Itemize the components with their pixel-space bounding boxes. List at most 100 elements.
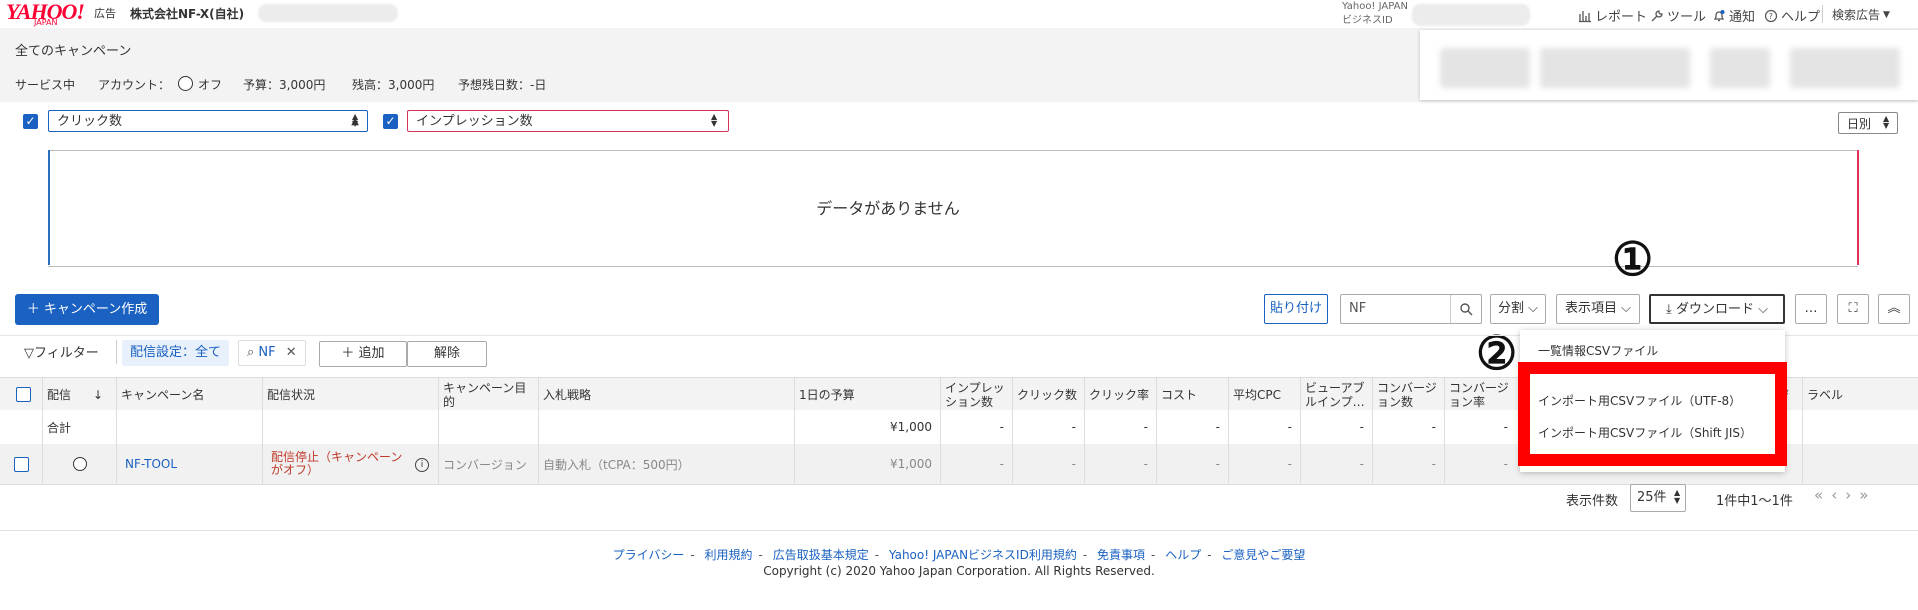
footer-link-business-id-terms[interactable]: Yahoo! JAPANビジネスID利用規約 [889,548,1077,562]
filter-chip-delivery[interactable]: 配信設定：全て [122,340,230,366]
columns-button[interactable]: 表示項目 ⌵ [1556,294,1640,324]
daily-budget[interactable]: ¥1,000 [794,444,940,484]
total-viewable-imp: - [1300,410,1372,444]
search-button[interactable] [1450,294,1482,324]
nav-notice[interactable]: 通知 [1712,6,1755,25]
select-all-checkbox[interactable] [15,387,31,402]
col-objective[interactable]: キャンペーン目的 [438,378,538,411]
wrench-icon [1651,9,1663,21]
total-empty-cell [116,410,262,444]
col-cost[interactable]: コスト [1156,378,1228,411]
account-toggle-radio[interactable] [178,76,193,91]
delivery-status: 配信停止（キャンペーンがオフ） [262,444,438,484]
total-empty-cell [262,410,438,444]
help-icon: ? [1764,9,1778,22]
prev-page-icon[interactable]: ‹ [1831,486,1845,504]
menu-item-list-csv[interactable]: 一覧情報CSVファイル [1538,342,1658,359]
impressions: - [940,444,1012,484]
first-page-icon[interactable]: « [1814,486,1831,504]
col-clicks[interactable]: クリック数 [1012,378,1084,411]
chevron-down-icon: ⌵ [1524,301,1538,316]
footer-link-terms[interactable]: 利用規約 [705,548,753,562]
paste-button[interactable]: 貼り付け [1264,294,1328,324]
budget-text: 予算：3,000円 [243,78,326,92]
nav-report[interactable]: レポート [1578,6,1647,25]
col-conversion-rate[interactable]: コンバージョン率 [1444,378,1516,411]
last-page-icon[interactable]: » [1859,486,1876,504]
row-checkbox-cell[interactable] [0,444,42,484]
col-impressions[interactable]: インプレッション数 [940,378,1012,411]
nav-help[interactable]: ? ヘルプ [1764,6,1820,25]
col-conversions[interactable]: コンバージョン数 [1372,378,1444,411]
more-button[interactable]: … [1795,294,1827,324]
days-left-text: 予想残日数：-日 [458,78,547,92]
filter-button[interactable]: ▽フィルター [24,342,99,361]
metric1-checkbox[interactable]: ✓ [23,114,38,129]
metric2-select[interactable]: インプレッション数 [407,110,729,132]
download-button[interactable]: ⤓ ダウンロード ⌵ [1649,294,1785,324]
next-page-icon[interactable]: › [1845,486,1859,504]
filter-icon: ▽ [24,346,34,361]
footer-link-ad-policy[interactable]: 広告取扱基本規定 [773,548,869,562]
filter-chip-search[interactable]: ⌕ NF ✕ [238,340,306,366]
close-icon[interactable]: ✕ [286,345,297,360]
total-impressions: - [940,410,1012,444]
campaign-name-link[interactable]: NF-TOOL [116,444,262,484]
total-empty-cell [538,410,794,444]
col-bidding[interactable]: 入札戦略 [538,378,794,411]
per-page-arrows-icon: ▲ ▼ [1674,488,1681,505]
annotation-1: ① [1612,232,1654,286]
columns-label: 表示項目 [1564,301,1617,316]
footer-links: プライバシー - 利用規約 - 広告取扱基本規定 - Yahoo! JAPANビジネス… [612,548,1306,562]
chart-icon [1579,10,1591,22]
col-ctr[interactable]: クリック率 [1084,378,1156,411]
metric2-value: インプレッション数 [416,114,533,129]
nav-tool[interactable]: ツール [1650,6,1706,25]
nav-divider [1822,5,1823,23]
footer-link-disclaimer[interactable]: 免責事項 [1097,548,1145,562]
period-arrows-icon: ▲ ▼ [1883,114,1890,130]
total-budget: ¥1,000 [794,410,940,444]
add-filter-button[interactable]: ＋ 追加 [319,341,407,367]
delivery-radio[interactable] [72,457,87,471]
sort-down-icon[interactable]: ↓ [93,388,103,402]
page-range: 1件中1〜1件 [1716,494,1793,509]
col-status[interactable]: 配信状況 [262,378,438,411]
row-checkbox[interactable] [13,456,29,472]
pagination-controls[interactable]: «‹›» [1814,486,1876,504]
metric2-checkbox[interactable]: ✓ [383,114,398,129]
create-campaign-button[interactable]: ＋ キャンペーン作成 [15,294,159,325]
per-page-value: 25件 [1637,490,1667,505]
select-all-checkbox-cell[interactable] [0,378,42,411]
delivery-toggle-cell[interactable] [42,444,116,484]
nav-notice-label: 通知 [1729,10,1756,25]
col-delivery[interactable]: 配信 ↓ [42,378,116,411]
col-label[interactable]: ラベル [1802,378,1918,411]
fullscreen-button[interactable]: ⛶ [1837,294,1869,324]
account-name[interactable]: 株式会社NF-X(自社) [130,5,244,22]
col-viewable-imp[interactable]: ビューアブルインプ… [1300,378,1372,411]
info-icon[interactable]: i [415,458,429,472]
clear-filter-button[interactable]: 解除 [407,341,487,367]
ctr: - [1084,444,1156,484]
nav-report-label: レポート [1595,10,1648,25]
chevron-down-icon: ⌵ [1758,302,1768,317]
col-avg-cpc[interactable]: 平均CPC [1228,378,1300,411]
highlight-box [1518,362,1787,466]
collapse-button[interactable]: ︽ [1878,294,1910,324]
col-campaign-name[interactable]: キャンペーン名 [116,378,262,411]
total-empty-cell [438,410,538,444]
footer-link-feedback[interactable]: ご意見やご要望 [1221,548,1305,562]
redacted-business-id [1412,4,1530,26]
metric1-select[interactable]: クリック数 ▲ [48,110,368,132]
total-clicks: - [1012,410,1084,444]
footer-link-help[interactable]: ヘルプ [1165,548,1201,562]
svg-text:?: ? [1769,12,1773,21]
footer-link-privacy[interactable]: プライバシー [613,548,685,562]
split-button[interactable]: 分割 ⌵ [1490,294,1546,324]
metric1-arrows-icon: ▲ ▼ [352,112,359,128]
total-conversion-rate: - [1444,410,1516,444]
avg-cpc: - [1228,444,1300,484]
col-daily-budget[interactable]: 1日の予算 [794,378,940,411]
nav-search-ads[interactable]: 検索広告 ▼ [1832,6,1890,23]
